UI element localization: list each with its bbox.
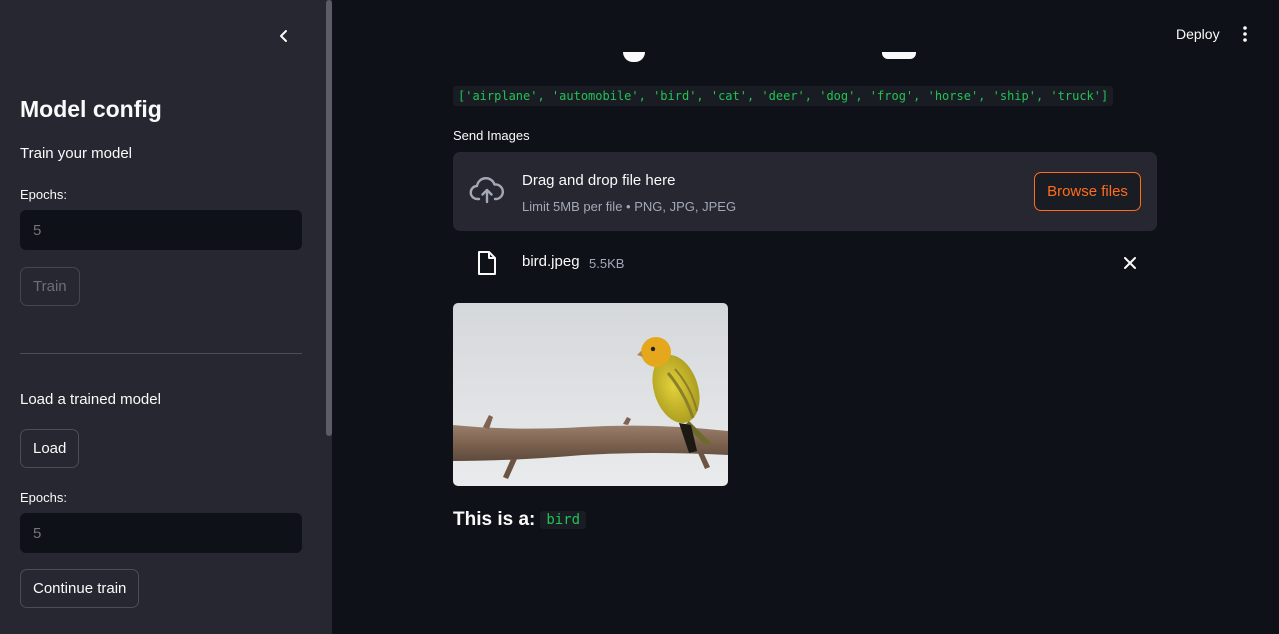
sidebar-title: Model config [20,96,162,122]
sidebar-scrollbar[interactable] [326,0,332,436]
uploader-label: Send Images [453,128,530,143]
train-epochs-input[interactable] [20,210,302,250]
classes-list-code: ['airplane', 'automobile', 'bird', 'cat'… [453,86,1114,106]
continue-train-button[interactable]: Continue train [20,569,140,608]
main-menu-button[interactable] [1236,24,1254,44]
load-button[interactable]: Load [20,429,80,468]
file-name: bird.jpeg [522,253,580,270]
continue-epochs-label: Epochs: [20,490,67,505]
chevron-left-icon [280,30,287,42]
sidebar-divider [20,353,302,354]
train-button[interactable]: Train [20,267,80,306]
file-dropzone[interactable]: Drag and drop file here Limit 5MB per fi… [453,152,1157,231]
uploaded-image [453,303,728,486]
load-section-heading: Load a trained model [20,391,161,408]
file-icon [478,251,496,275]
train-section-heading: Train your model [20,145,132,162]
predicted-label: bird [540,511,587,529]
deploy-button[interactable]: Deploy [1168,24,1228,44]
browse-files-button[interactable]: Browse files [1034,172,1141,211]
page-title-clipped [620,52,920,64]
train-epochs-label: Epochs: [20,187,67,202]
dropzone-subtitle: Limit 5MB per file • PNG, JPG, JPEG [522,199,737,214]
close-icon [1124,257,1136,269]
result-prefix: This is a: [453,509,536,530]
collapse-sidebar-button[interactable] [274,26,294,46]
sidebar: Model config Train your model Epochs: Tr… [0,0,332,634]
continue-epochs-input[interactable] [20,513,302,553]
remove-file-button[interactable] [1122,255,1138,271]
dropzone-title: Drag and drop file here [522,172,676,189]
kebab-menu-icon [1243,26,1247,42]
cloud-upload-icon [469,177,505,204]
file-size: 5.5KB [589,256,625,271]
uploaded-file-row: bird.jpeg 5.5KB [453,248,1157,278]
prediction-result: This is a: bird [453,509,587,531]
